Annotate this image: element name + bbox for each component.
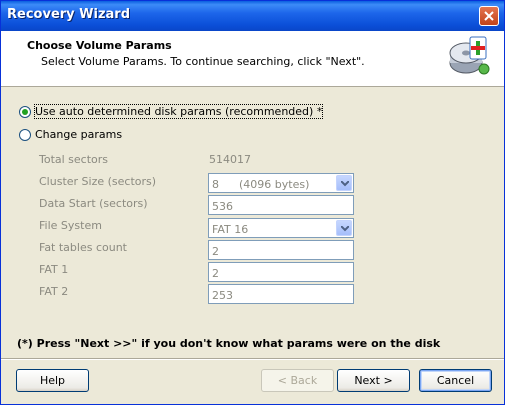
total-sectors-value: 514017: [209, 153, 251, 166]
file-system-label: File System: [39, 219, 102, 232]
file-system-dropdown-button[interactable]: [336, 220, 352, 236]
fat-tables-count-label: Fat tables count: [39, 241, 127, 254]
change-params-radio-button[interactable]: [19, 128, 31, 141]
data-start-input[interactable]: 536: [208, 195, 354, 215]
file-system-select[interactable]: FAT 16: [208, 218, 354, 238]
fat2-label: FAT 2: [39, 285, 69, 298]
auto-params-radio-button[interactable]: [19, 105, 31, 118]
window-title: Recovery Wizard: [7, 7, 131, 22]
disk-recovery-icon: [449, 36, 490, 75]
total-sectors-label: Total sectors: [39, 153, 109, 166]
data-start-label: Data Start (sectors): [39, 197, 148, 210]
page-title: Choose Volume Params: [27, 39, 172, 52]
auto-params-radio[interactable]: Use auto determined disk params (recomme…: [19, 104, 324, 119]
chevron-down-icon: [341, 181, 349, 187]
fat2-input[interactable]: 253: [208, 284, 354, 304]
change-params-radio[interactable]: Change params: [19, 128, 122, 141]
title-bar[interactable]: Recovery Wizard: [1, 1, 504, 31]
file-system-value: FAT 16: [212, 223, 249, 236]
fat1-label: FAT 1: [39, 263, 69, 276]
footer-divider: [1, 358, 504, 360]
footnote: (*) Press "Next >>" if you don't know wh…: [17, 337, 441, 350]
cluster-size-dropdown-button[interactable]: [336, 175, 352, 191]
close-button[interactable]: [479, 6, 499, 26]
close-icon: [484, 11, 494, 21]
change-params-label[interactable]: Change params: [35, 128, 122, 141]
cluster-size-bytes: (4096 bytes): [239, 178, 310, 191]
page-subtitle: Select Volume Params. To continue search…: [41, 55, 365, 68]
cancel-button[interactable]: Cancel: [419, 369, 492, 392]
recovery-wizard-window: Recovery Wizard Choose Volume Params Sel…: [0, 0, 505, 405]
help-button[interactable]: Help: [16, 369, 89, 392]
cluster-size-value: 8: [212, 178, 219, 191]
wizard-header: Choose Volume Params Select Volume Param…: [1, 31, 504, 87]
cluster-size-select[interactable]: 8 (4096 bytes): [208, 173, 354, 193]
chevron-down-icon: [341, 226, 349, 232]
cluster-size-label: Cluster Size (sectors): [39, 175, 157, 188]
fat-tables-count-input[interactable]: 2: [208, 240, 354, 260]
back-button[interactable]: < Back: [261, 369, 334, 392]
auto-params-label[interactable]: Use auto determined disk params (recomme…: [33, 104, 324, 119]
next-button[interactable]: Next >: [337, 369, 410, 392]
fat1-input[interactable]: 2: [208, 262, 354, 282]
